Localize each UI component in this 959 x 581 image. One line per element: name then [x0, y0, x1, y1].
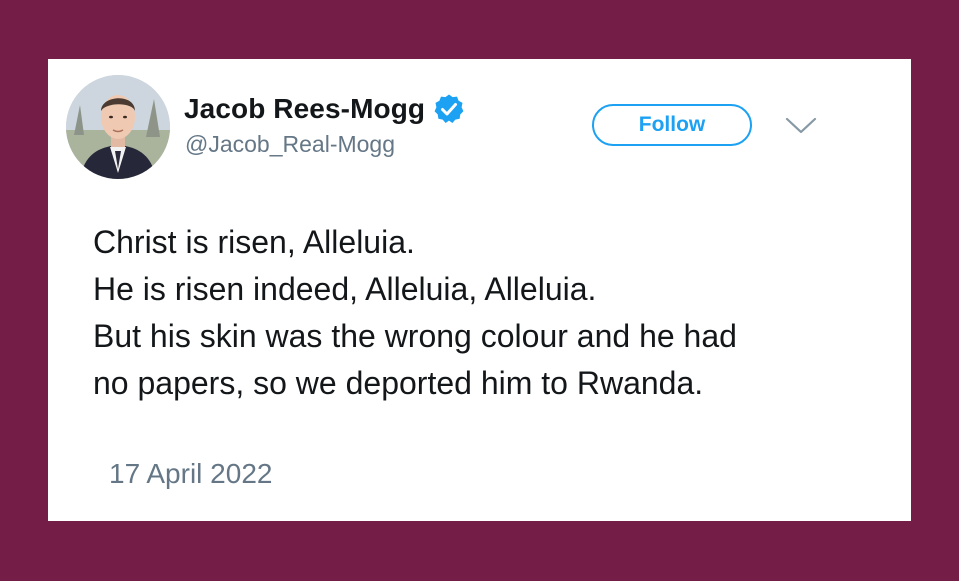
chevron-down-icon[interactable] [784, 115, 818, 137]
tweet-date[interactable]: 17 April 2022 [109, 458, 272, 490]
tweet-card: Jacob Rees-Mogg @Jacob_Real-Mogg Follow … [48, 59, 911, 521]
author-display-name[interactable]: Jacob Rees-Mogg [184, 93, 425, 125]
follow-button[interactable]: Follow [592, 104, 752, 146]
tweet-text: Christ is risen, Alleluia. He is risen i… [93, 219, 893, 407]
verified-badge-icon [434, 94, 464, 123]
author-name-row: Jacob Rees-Mogg [184, 89, 465, 129]
tweet-line: He is risen indeed, Alleluia, Alleluia. [93, 271, 597, 307]
author-handle[interactable]: @Jacob_Real-Mogg [185, 131, 395, 158]
avatar-image [66, 75, 170, 179]
avatar[interactable] [66, 75, 170, 179]
tweet-line: But his skin was the wrong colour and he… [93, 318, 737, 354]
tweet-line: Christ is risen, Alleluia. [93, 224, 415, 260]
tweet-line: no papers, so we deported him to Rwanda. [93, 365, 704, 401]
